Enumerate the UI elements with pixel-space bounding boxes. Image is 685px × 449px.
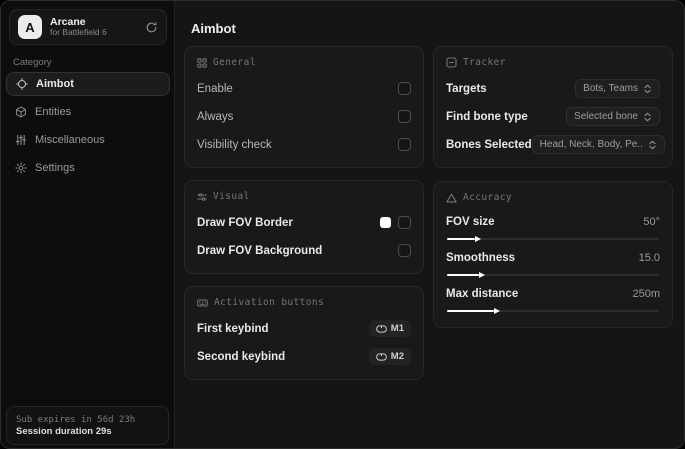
activation-card-title: Activation buttons [197, 297, 411, 308]
setting-label: Targets [446, 82, 487, 95]
activation-buttons-card: Activation buttons First keybind M1 Seco… [184, 286, 424, 380]
setting-label: Find bone type [446, 110, 528, 123]
session-duration-text: Session duration 29s [16, 425, 112, 437]
sidebar: A Arcane for Battlefield 6 Category Aimb… [1, 1, 175, 448]
enable-checkbox[interactable] [398, 82, 411, 95]
mouse-icon [375, 324, 387, 333]
setting-row-first-keybind: First keybind M1 [197, 318, 411, 339]
setting-row-second-keybind: Second keybind M2 [197, 346, 411, 367]
slider-fill [447, 236, 481, 242]
slider-thumb[interactable] [478, 272, 485, 278]
setting-row-enable: Enable [197, 78, 411, 99]
gear-icon [15, 162, 27, 174]
page-title: Aimbot [191, 21, 236, 36]
left-column: General Enable Always Visibility check V… [184, 46, 424, 380]
sidebar-item-label: Miscellaneous [35, 134, 105, 146]
app-window: A Arcane for Battlefield 6 Category Aimb… [0, 0, 685, 449]
setting-label: Max distance [446, 288, 519, 300]
brand-text: Arcane for Battlefield 6 [50, 16, 137, 38]
setting-label: First keybind [197, 322, 269, 335]
setting-label: FOV size [446, 216, 495, 228]
visual-card-title: Visual [197, 191, 411, 202]
category-label: Category [13, 57, 52, 68]
visual-card: Visual Draw FOV Border Draw FOV Backgrou… [184, 180, 424, 274]
slider-thumb[interactable] [493, 308, 500, 314]
sliders-icon [15, 134, 27, 146]
setting-row-bones-selected: Bones Selected Head, Neck, Body, Pe.. [446, 134, 665, 155]
sidebar-item-entities[interactable]: Entities [6, 100, 170, 124]
app-subtitle: for Battlefield 6 [50, 27, 107, 38]
fov-size-slider[interactable] [447, 236, 659, 242]
right-column: Tracker Targets Bots, Teams Find bone ty… [433, 46, 673, 328]
draw-fov-background-checkbox[interactable] [398, 244, 411, 257]
setting-row-targets: Targets Bots, Teams [446, 78, 660, 99]
grid-icon [197, 57, 207, 68]
tracker-card-title: Tracker [446, 57, 660, 68]
targets-dropdown[interactable]: Bots, Teams [575, 79, 660, 98]
horizontal-sliders-icon [197, 192, 207, 202]
always-checkbox[interactable] [398, 110, 411, 123]
setting-label: Visibility check [197, 138, 272, 151]
setting-label: Enable [197, 82, 233, 95]
smoothness-value: 15.0 [638, 252, 660, 264]
setting-label: Always [197, 110, 234, 123]
unfold-icon [643, 112, 652, 122]
unfold-icon [643, 84, 652, 94]
setting-label: Smoothness [446, 252, 516, 264]
sidebar-item-aimbot[interactable]: Aimbot [6, 72, 170, 96]
slider-fill [447, 272, 485, 278]
subscription-status-card: Sub expires in 56d 23h Session duration … [6, 406, 169, 445]
max-distance-slider[interactable] [447, 308, 659, 314]
fov-size-value: 50° [643, 216, 660, 228]
setting-row-find-bone-type: Find bone type Selected bone [446, 106, 660, 127]
draw-fov-border-checkbox[interactable] [398, 216, 411, 229]
sidebar-item-label: Entities [35, 106, 72, 118]
sidebar-item-settings[interactable]: Settings [6, 156, 170, 180]
general-card-title: General [197, 57, 411, 68]
general-card: General Enable Always Visibility check [184, 46, 424, 168]
mouse-icon [375, 352, 387, 361]
keyboard-icon [197, 298, 208, 308]
unfold-icon [648, 140, 657, 150]
brand-card: A Arcane for Battlefield 6 [9, 9, 167, 45]
slider-fill [447, 308, 500, 314]
setting-label: Bones Selected [446, 138, 532, 151]
app-logo: A [18, 15, 42, 39]
setting-row-fov-size: FOV size 50° [446, 213, 660, 231]
setting-label: Draw FOV Border [197, 216, 293, 229]
find-bone-type-dropdown[interactable]: Selected bone [566, 107, 660, 126]
triangle-icon [446, 193, 457, 203]
bones-selected-dropdown[interactable]: Head, Neck, Body, Pe.. [531, 135, 665, 154]
setting-row-always: Always [197, 106, 411, 127]
setting-row-visibility-check: Visibility check [197, 134, 411, 155]
accuracy-card: Accuracy FOV size 50° Smoothness 15.0 Ma… [433, 181, 673, 328]
slider-thumb[interactable] [474, 236, 481, 242]
setting-row-draw-fov-border: Draw FOV Border [197, 212, 411, 233]
tracker-card: Tracker Targets Bots, Teams Find bone ty… [433, 46, 673, 168]
visibility-check-checkbox[interactable] [398, 138, 411, 151]
box-minus-icon [446, 57, 457, 68]
sidebar-item-label: Settings [35, 162, 75, 174]
accuracy-card-title: Accuracy [446, 192, 660, 203]
refresh-icon[interactable] [145, 21, 158, 34]
sidebar-item-miscellaneous[interactable]: Miscellaneous [6, 128, 170, 152]
sub-expires-text: Sub expires in 56d 23h [16, 414, 136, 425]
second-keybind-button[interactable]: M2 [368, 348, 411, 365]
sidebar-item-label: Aimbot [36, 78, 74, 90]
setting-row-max-distance: Max distance 250m [446, 285, 660, 303]
fov-border-color-swatch[interactable] [380, 217, 391, 228]
first-keybind-button[interactable]: M1 [368, 320, 411, 337]
smoothness-slider[interactable] [447, 272, 659, 278]
setting-row-draw-fov-background: Draw FOV Background [197, 240, 411, 261]
max-distance-value: 250m [632, 288, 660, 300]
crosshair-icon [16, 78, 28, 90]
sidebar-nav: Aimbot Entities Miscellaneous Settings [6, 72, 170, 180]
cube-icon [15, 106, 27, 118]
setting-label: Draw FOV Background [197, 244, 323, 257]
setting-label: Second keybind [197, 350, 286, 363]
setting-row-smoothness: Smoothness 15.0 [446, 249, 660, 267]
